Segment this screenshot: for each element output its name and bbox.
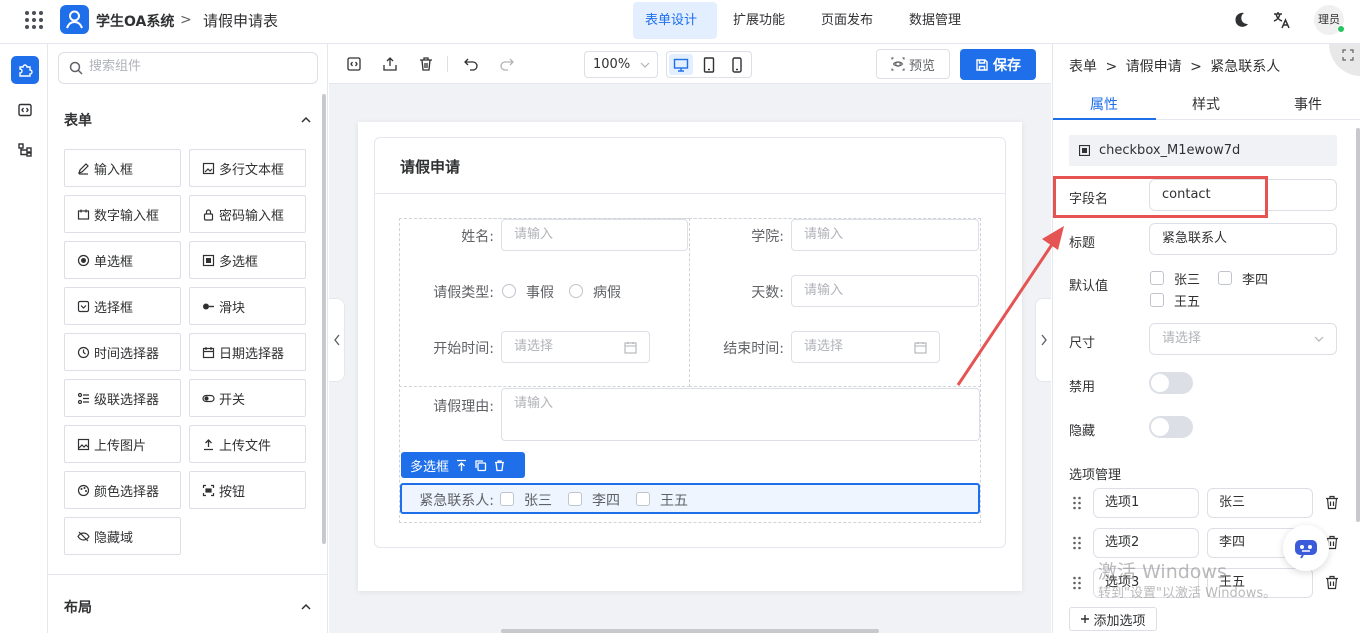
robot-icon xyxy=(1295,540,1317,559)
windows-activation-subtext: 转到"设置"以激活 Windows。 xyxy=(1098,586,1277,601)
windows-activation-watermark: 激活 Windows xyxy=(1098,561,1227,583)
assistant-button[interactable] xyxy=(1283,525,1329,571)
annotation-arrow xyxy=(956,226,1064,386)
